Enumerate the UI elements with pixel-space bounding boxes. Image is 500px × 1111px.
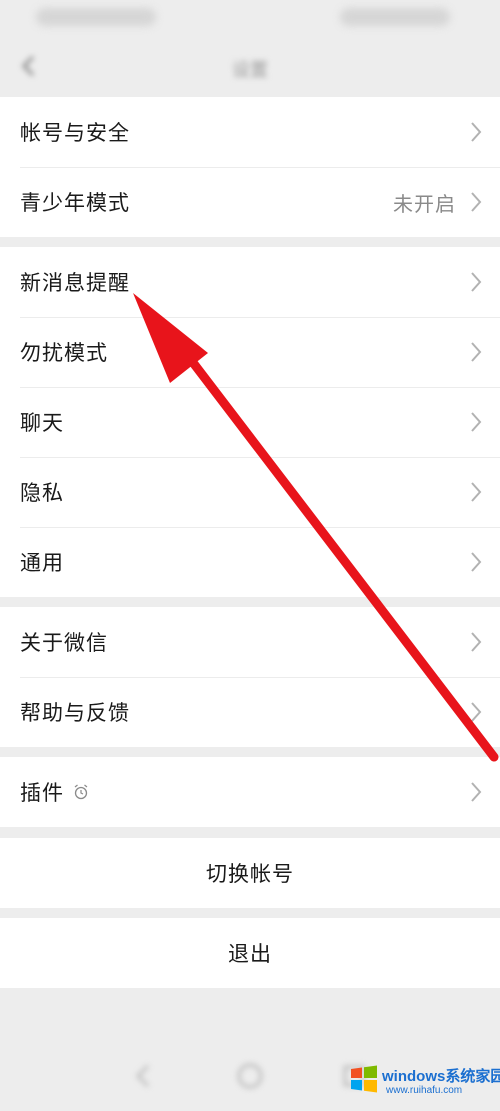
settings-row-about-wechat[interactable]: 关于微信 (0, 607, 500, 677)
settings-row-account-security[interactable]: 帐号与安全 (0, 97, 500, 167)
settings-row-new-message-alert[interactable]: 新消息提醒 (0, 247, 500, 317)
chevron-right-icon (471, 412, 482, 432)
alarm-clock-icon (74, 784, 88, 800)
settings-row-teen-mode[interactable]: 青少年模式 未开启 (0, 167, 500, 237)
windows-logo-icon (351, 1065, 377, 1093)
back-arrow-icon (21, 55, 35, 77)
chevron-right-icon (471, 782, 482, 802)
watermark-brand: windows系统家园 (382, 1068, 500, 1085)
nav-back-icon[interactable] (130, 1062, 158, 1090)
row-label: 帐号与安全 (20, 121, 130, 145)
chevron-right-icon (471, 482, 482, 502)
teen-mode-status: 未开启 (393, 191, 456, 216)
row-label: 帮助与反馈 (20, 701, 130, 725)
settings-row-privacy[interactable]: 隐私 (0, 457, 500, 527)
row-label: 通用 (20, 551, 64, 575)
settings-group-general: 新消息提醒 勿扰模式 聊天 隐私 通用 (0, 247, 500, 597)
switch-account-button[interactable]: 切换帐号 (0, 838, 500, 908)
status-left-blur (36, 8, 156, 26)
status-right-blur (340, 8, 450, 26)
chevron-right-icon (471, 702, 482, 722)
settings-row-plugins[interactable]: 插件 (0, 757, 500, 827)
row-label: 新消息提醒 (20, 271, 130, 295)
chevron-right-icon (471, 272, 482, 292)
row-label: 关于微信 (20, 631, 108, 655)
settings-row-do-not-disturb[interactable]: 勿扰模式 (0, 317, 500, 387)
row-label: 隐私 (20, 481, 64, 505)
watermark-domain: www.ruihafu.com (386, 1085, 463, 1096)
status-bar (0, 0, 500, 40)
chevron-right-icon (471, 122, 482, 142)
logout-button[interactable]: 退出 (0, 918, 500, 988)
chevron-right-icon (471, 552, 482, 572)
nav-home-icon[interactable] (236, 1062, 264, 1090)
settings-row-chat[interactable]: 聊天 (0, 387, 500, 457)
chevron-right-icon (471, 632, 482, 652)
back-button[interactable] (12, 50, 44, 82)
row-label: 聊天 (20, 411, 64, 435)
settings-group-plugins: 插件 (0, 757, 500, 827)
settings-row-general[interactable]: 通用 (0, 527, 500, 597)
settings-row-help-feedback[interactable]: 帮助与反馈 (0, 677, 500, 747)
chevron-right-icon (471, 342, 482, 362)
watermark: windows系统家园 www.ruihafu.com (342, 1059, 500, 1105)
row-label: 插件 (20, 781, 64, 805)
navigation-bar: 设置 (0, 40, 500, 96)
settings-group-account: 帐号与安全 青少年模式 未开启 (0, 97, 500, 237)
chevron-right-icon (471, 192, 482, 212)
row-label: 青少年模式 (20, 191, 130, 215)
row-label: 勿扰模式 (20, 341, 108, 365)
settings-group-about: 关于微信 帮助与反馈 (0, 607, 500, 747)
page-title: 设置 (232, 60, 268, 81)
